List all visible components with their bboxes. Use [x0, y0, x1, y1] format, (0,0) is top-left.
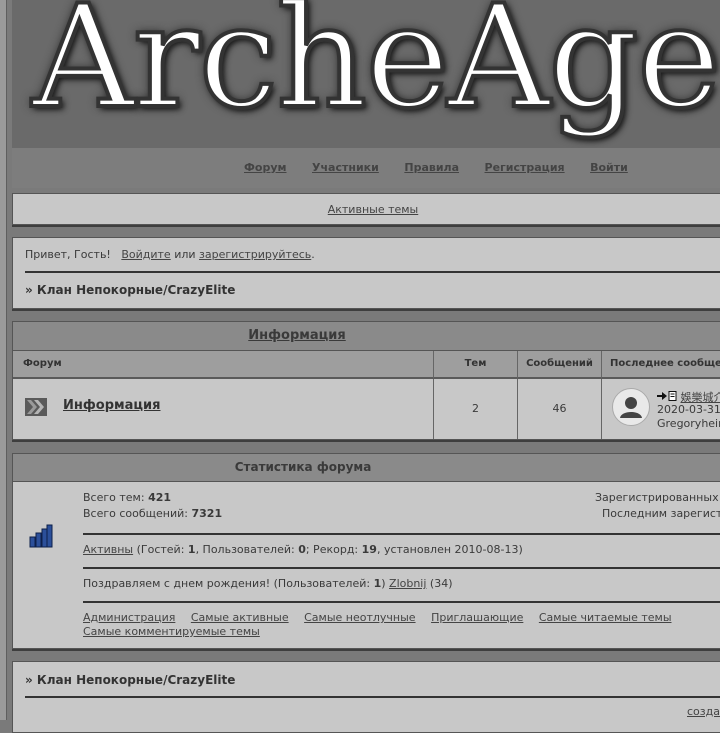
last-post-user: Gregoryhein	[657, 417, 720, 430]
left-border	[0, 0, 7, 720]
main-nav: Форум Участники Правила Регистрация Войт…	[12, 148, 720, 188]
nav-register[interactable]: Регистрация	[485, 161, 565, 174]
forum-topics-count: 2	[433, 379, 517, 439]
online-text: , Пользователей:	[196, 543, 299, 556]
col-posts: Сообщений	[517, 351, 601, 379]
online-text: (Гостей:	[133, 543, 188, 556]
total-posts-label: Всего сообщений:	[83, 507, 188, 520]
bar-chart-icon	[29, 524, 53, 551]
birthday-age: (34)	[430, 577, 453, 590]
breadcrumb: » Клан Непокорные/CrazyElite	[25, 283, 235, 297]
login-link[interactable]: Войдите	[121, 248, 170, 261]
footer-panel: » Клан Непокорные/CrazyElite созда	[12, 661, 720, 733]
category-link[interactable]: Информация	[248, 328, 346, 343]
col-topics: Тем	[433, 351, 517, 379]
avatar[interactable]	[612, 388, 650, 426]
banner-logo: ArcheAge	[32, 0, 719, 138]
last-post-cell: 娛樂城介 2020-03-31 Gregoryhein	[601, 379, 720, 439]
forum-category: Информация Форум Тем Сообщений Последнее…	[12, 321, 720, 440]
greeting-text: Привет, Гость!	[25, 248, 111, 261]
welcome-line: Привет, Гость! Войдите или зарегистрируй…	[25, 248, 315, 261]
stats-links-row-2: Самые комментируемые темы	[83, 625, 272, 638]
link-administration[interactable]: Администрация	[83, 611, 175, 624]
online-line: Активны (Гостей: 1, Пользователей: 0; Ре…	[83, 543, 523, 556]
guests-count: 1	[188, 543, 196, 556]
breadcrumb: » Клан Непокорные/CrazyElite	[25, 673, 235, 687]
total-topics-label: Всего тем:	[83, 491, 145, 504]
site-banner: ArcheAge	[12, 0, 720, 148]
last-post-date: 2020-03-31	[657, 403, 720, 416]
or-text: или	[174, 248, 195, 261]
col-forum: Форум	[13, 351, 442, 379]
record-count: 19	[362, 543, 377, 556]
active-topics-link[interactable]: Активные темы	[328, 203, 419, 216]
forum-stats: Статистика форума Всего тем: 421 Всего с…	[12, 453, 720, 649]
forum-name-link[interactable]: Информация	[63, 398, 161, 413]
stats-header: Статистика форума	[13, 454, 720, 482]
forum-row: Информация	[13, 379, 432, 439]
link-most-read-topics[interactable]: Самые читаемые темы	[539, 611, 672, 624]
users-count: 0	[298, 543, 306, 556]
birthday-close: )	[381, 577, 385, 590]
divider	[25, 271, 720, 273]
welcome-panel: Привет, Гость! Войдите или зарегистрируй…	[12, 237, 720, 309]
forum-arrows-icon	[25, 398, 47, 419]
active-users-link[interactable]: Активны	[83, 543, 133, 556]
divider	[83, 601, 720, 603]
stats-links-row-1: Администрация Самые активные Самые неотл…	[83, 611, 684, 624]
create-link[interactable]: созда	[687, 705, 720, 718]
nav-forum[interactable]: Форум	[244, 161, 287, 174]
total-topics-value: 421	[148, 491, 171, 504]
birthday-text: Поздравляем с днем рождения! (Пользовате…	[83, 577, 374, 590]
link-most-commented-topics[interactable]: Самые комментируемые темы	[83, 625, 260, 638]
total-topics: Всего тем: 421	[83, 491, 171, 504]
divider	[83, 567, 720, 569]
col-last-post: Последнее сообще	[601, 351, 720, 379]
nav-login[interactable]: Войти	[590, 161, 628, 174]
nav-members[interactable]: Участники	[312, 161, 379, 174]
total-posts: Всего сообщений: 7321	[83, 507, 222, 520]
total-posts-value: 7321	[191, 507, 222, 520]
forum-posts-count: 46	[517, 379, 601, 439]
online-text: ; Рекорд:	[306, 543, 362, 556]
link-inviters[interactable]: Приглашающие	[431, 611, 523, 624]
link-most-online[interactable]: Самые неотлучные	[304, 611, 415, 624]
divider	[83, 533, 720, 535]
category-header: Информация	[13, 322, 720, 351]
register-link[interactable]: зарегистрируйтесь	[199, 248, 311, 261]
active-topics-bar: Активные темы	[12, 193, 720, 225]
online-text: , установлен 2010-08-13)	[377, 543, 523, 556]
divider	[25, 696, 720, 698]
nav-rules[interactable]: Правила	[404, 161, 459, 174]
last-registered-label: Последним зарегист	[602, 507, 720, 520]
stats-title: Статистика форума	[235, 460, 372, 474]
period-text: .	[311, 248, 315, 261]
registered-label: Зарегистрированных	[595, 491, 719, 504]
link-most-active[interactable]: Самые активные	[191, 611, 289, 624]
birthday-user-link[interactable]: Zlobnij	[389, 577, 426, 590]
birthday-line: Поздравляем с днем рождения! (Пользовате…	[83, 577, 453, 590]
